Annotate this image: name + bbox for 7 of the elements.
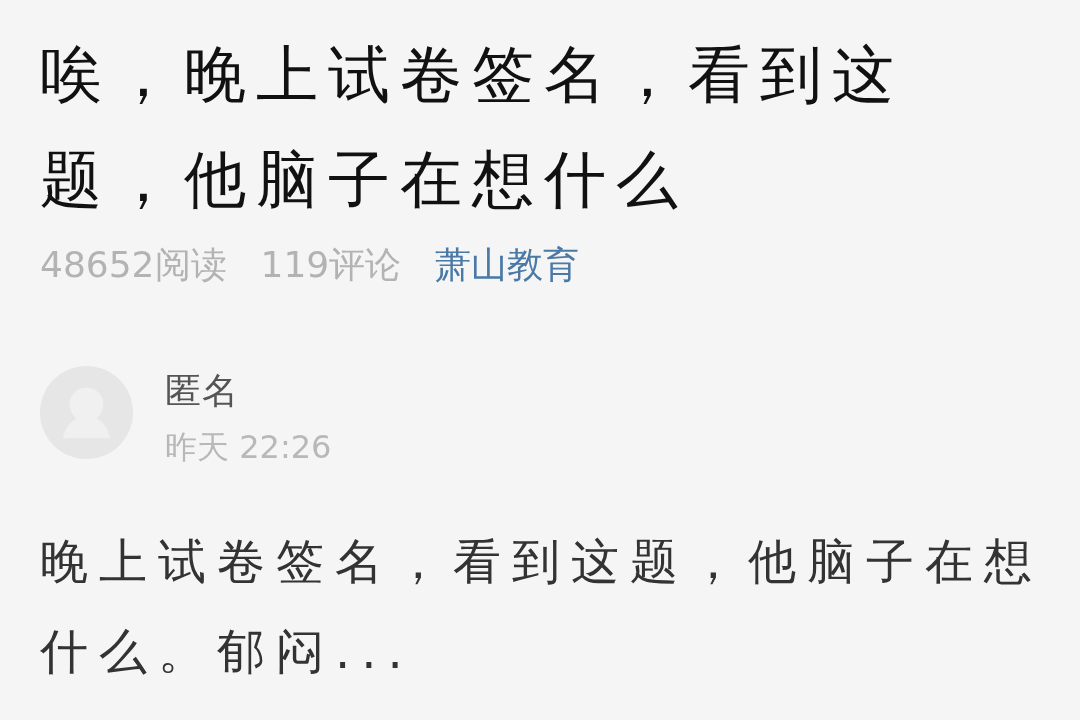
article-title: 唉，晚上试卷签名，看到这题，他脑子在想什么 (40, 37, 905, 218)
comment-time: 昨天 22:26 (165, 427, 332, 468)
stat-text: 119评论 (260, 243, 402, 287)
stat-text: 48652阅读 (40, 243, 227, 287)
author-name: 匿名 (165, 369, 240, 413)
source-link[interactable]: 萧山教育 (435, 240, 580, 290)
comment-text: 晚上试卷签名，看到这题，他脑子在想什么。郁闷... (40, 532, 1044, 681)
